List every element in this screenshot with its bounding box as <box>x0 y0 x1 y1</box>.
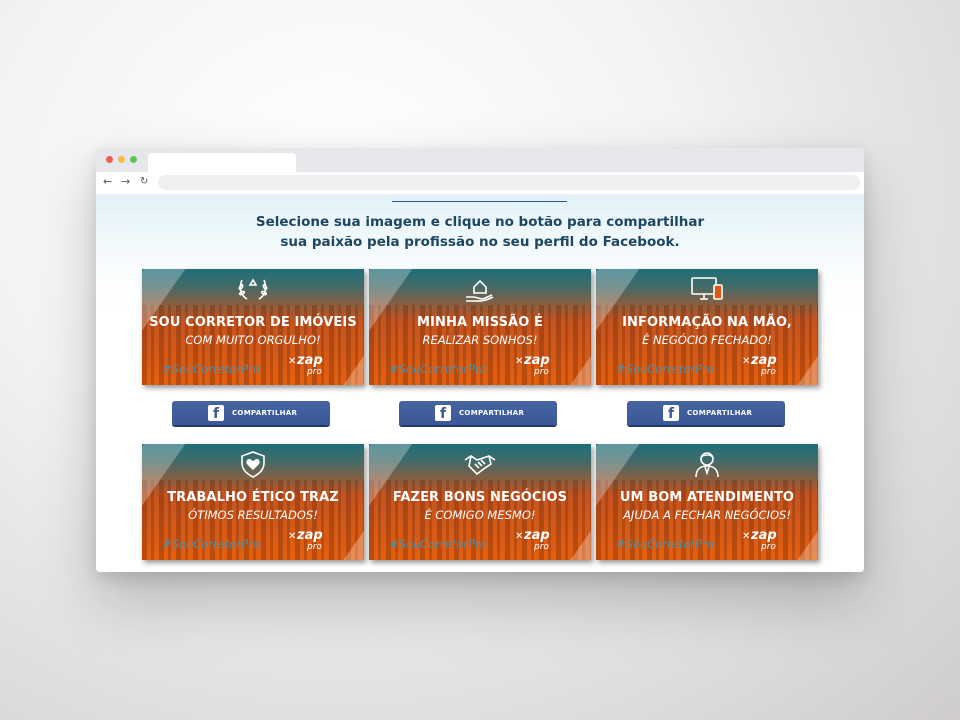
share-button-label: COMPARTILHAR <box>687 409 753 417</box>
card-title: SOU CORRETOR DE IMÓVEIS <box>149 315 357 330</box>
browser-tab[interactable] <box>148 153 296 172</box>
arrow-left-icon[interactable]: ← <box>103 174 112 190</box>
card-hashtag: #SouCorretorPro <box>616 362 714 376</box>
card-title: INFORMAÇÃO NA MÃO, <box>622 315 792 330</box>
facebook-share-button-3[interactable]: f COMPARTILHAR <box>627 401 785 425</box>
browser-window: ← → ↻ Selecione sua imagem e clique no b… <box>96 148 864 572</box>
person-icon <box>596 450 818 480</box>
share-image-card-4[interactable]: TRABALHO ÉTICO TRAZ ÓTIMOS RESULTADOS! #… <box>142 444 364 560</box>
address-bar[interactable] <box>158 175 860 190</box>
page-headline: Selecione sua imagem e clique no botão p… <box>96 212 864 252</box>
card-subtitle: COM MUITO ORGULHO! <box>185 333 321 347</box>
shield-heart-icon <box>142 450 364 480</box>
facebook-icon: f <box>435 405 451 421</box>
share-button-label: COMPARTILHAR <box>232 409 298 417</box>
headline-line-2: sua paixão pela profissão no seu perfil … <box>280 234 680 250</box>
devices-icon <box>596 275 818 305</box>
handshake-icon <box>369 450 591 480</box>
zap-pro-logo: ✕ zap pro <box>515 528 550 552</box>
zap-pro-logo: ✕ zap pro <box>515 353 550 377</box>
arrow-right-icon[interactable]: → <box>121 174 130 190</box>
header-divider <box>392 201 567 202</box>
facebook-icon: f <box>663 405 679 421</box>
page-content: Selecione sua imagem e clique no botão p… <box>96 195 864 572</box>
card-title: TRABALHO ÉTICO TRAZ <box>167 490 339 505</box>
maximize-window-dot[interactable] <box>130 156 137 163</box>
card-subtitle: É COMIGO MESMO! <box>424 508 536 522</box>
card-hashtag: #SouCorretorPro <box>162 537 260 551</box>
share-image-card-1[interactable]: SOU CORRETOR DE IMÓVEIS COM MUITO ORGULH… <box>142 269 364 385</box>
share-button-label: COMPARTILHAR <box>459 409 525 417</box>
card-title: MINHA MISSÃO É <box>417 315 543 330</box>
close-window-dot[interactable] <box>106 156 113 163</box>
card-subtitle: AJUDA A FECHAR NEGÓCIOS! <box>623 508 791 522</box>
share-image-card-3[interactable]: INFORMAÇÃO NA MÃO, É NEGÓCIO FECHADO! #S… <box>596 269 818 385</box>
share-image-card-2[interactable]: MINHA MISSÃO É REALIZAR SONHOS! #SouCorr… <box>369 269 591 385</box>
house-in-hand-icon <box>369 275 591 305</box>
zap-pro-logo: ✕ zap pro <box>742 353 777 377</box>
card-subtitle: É NEGÓCIO FECHADO! <box>642 333 772 347</box>
laurel-wreath-icon <box>142 275 364 305</box>
card-hashtag: #SouCorretorPro <box>389 362 487 376</box>
card-title: UM BOM ATENDIMENTO <box>619 490 795 505</box>
card-title: FAZER BONS NEGÓCIOS <box>392 490 568 505</box>
card-hashtag: #SouCorretorPro <box>616 537 714 551</box>
tab-bar <box>96 148 864 172</box>
card-hashtag: #SouCorretorPro <box>162 362 260 376</box>
card-subtitle: ÓTIMOS RESULTADOS! <box>188 508 318 522</box>
facebook-share-button-1[interactable]: f COMPARTILHAR <box>172 401 330 425</box>
zap-pro-logo: ✕ zap pro <box>288 528 323 552</box>
facebook-share-button-2[interactable]: f COMPARTILHAR <box>399 401 557 425</box>
zap-pro-logo: ✕ zap pro <box>742 528 777 552</box>
minimize-window-dot[interactable] <box>118 156 125 163</box>
zap-pro-logo: ✕ zap pro <box>288 353 323 377</box>
browser-toolbar: ← → ↻ <box>96 172 864 195</box>
share-image-card-5[interactable]: FAZER BONS NEGÓCIOS É COMIGO MESMO! #Sou… <box>369 444 591 560</box>
share-image-card-6[interactable]: UM BOM ATENDIMENTO AJUDA A FECHAR NEGÓCI… <box>596 444 818 560</box>
reload-icon[interactable]: ↻ <box>140 174 148 190</box>
card-subtitle: REALIZAR SONHOS! <box>422 333 538 347</box>
facebook-icon: f <box>208 405 224 421</box>
headline-line-1: Selecione sua imagem e clique no botão p… <box>255 214 705 230</box>
card-hashtag: #SouCorretorPro <box>389 537 487 551</box>
